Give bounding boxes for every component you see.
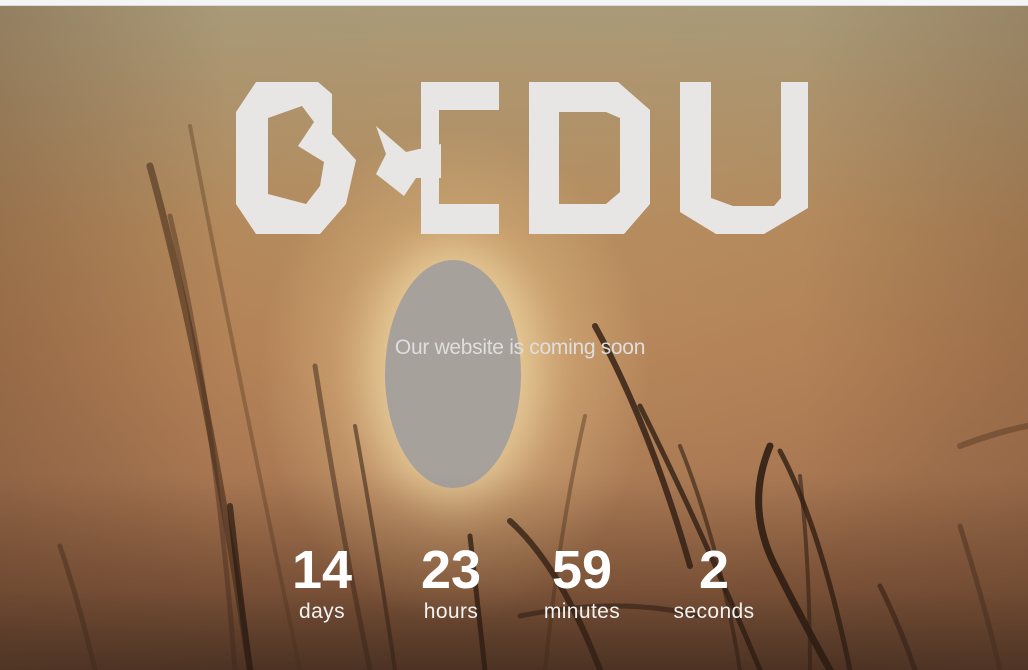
countdown-minutes-value: 59 [551, 540, 613, 600]
countdown-hours-label: hours [423, 600, 479, 623]
coming-soon-page: Our website is coming soon 14 days 23 ho… [0, 0, 1028, 670]
countdown-days-label: days [299, 600, 345, 623]
countdown-days: 14 days [262, 540, 382, 624]
countdown-hours-value: 23 [420, 540, 482, 600]
countdown-seconds-label: seconds [673, 600, 755, 623]
bedu-logo [236, 82, 808, 234]
countdown-timer: 14 days 23 hours 59 minutes 2 seconds [0, 540, 1028, 640]
countdown-days-value: 14 [291, 540, 353, 600]
countdown-hours: 23 hours [391, 540, 511, 624]
countdown-seconds: 2 seconds [654, 540, 774, 624]
countdown-minutes-label: minutes [543, 600, 621, 623]
coming-soon-tagline: Our website is coming soon [394, 336, 646, 359]
countdown-minutes: 59 minutes [522, 540, 642, 624]
countdown-seconds-value: 2 [698, 540, 730, 600]
